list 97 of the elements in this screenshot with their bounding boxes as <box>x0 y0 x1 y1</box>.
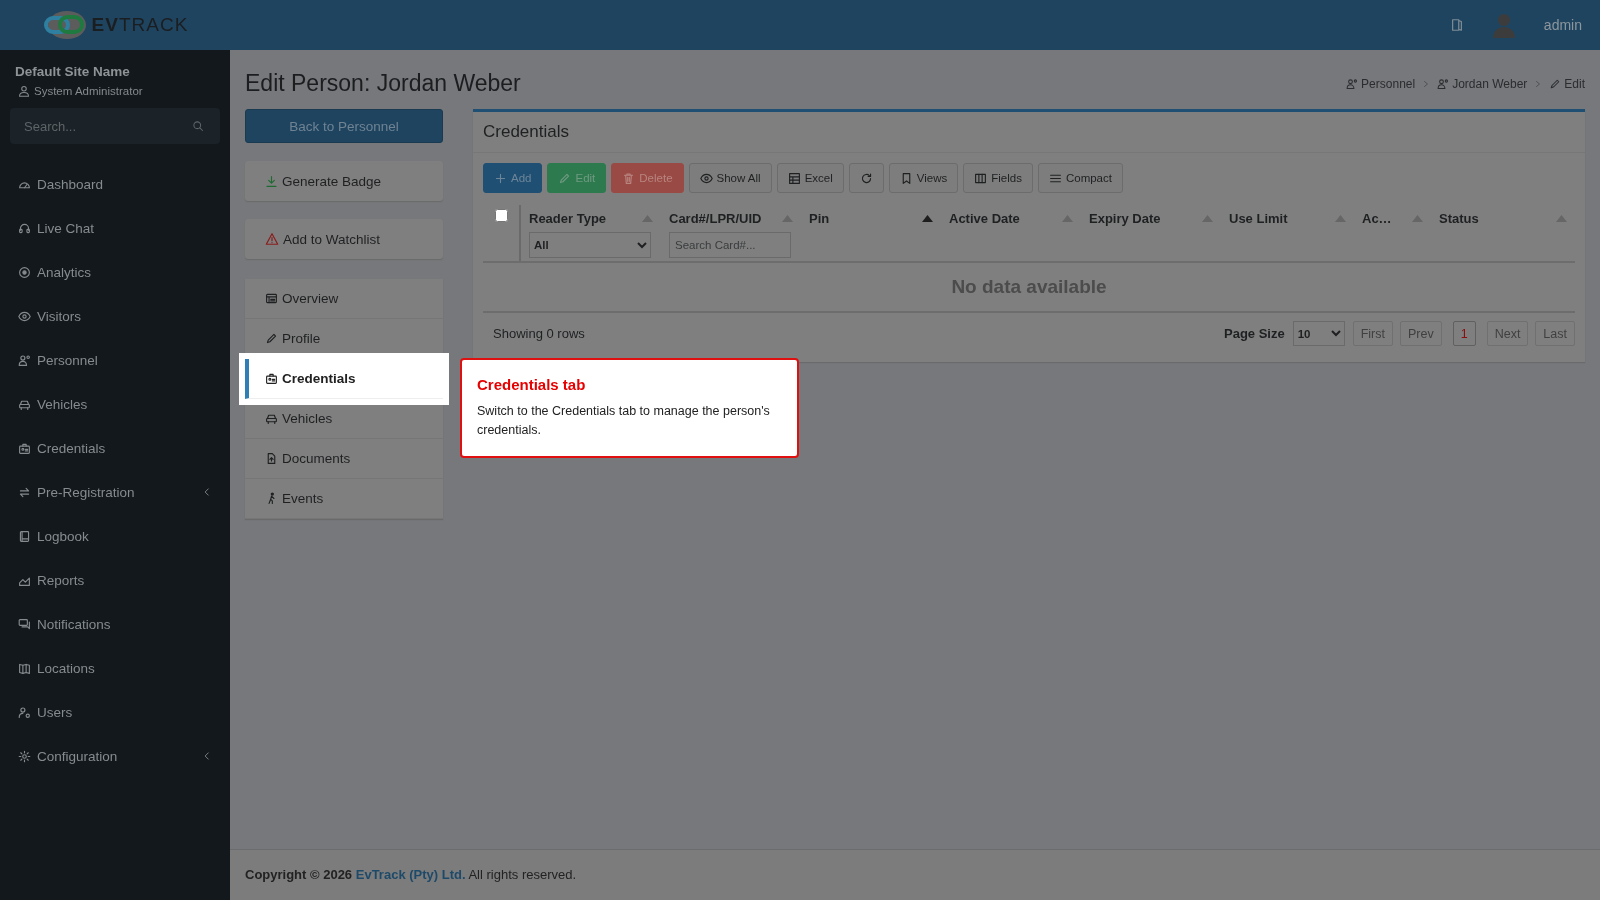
map-icon <box>18 661 31 675</box>
trash-icon <box>622 171 636 185</box>
column-header[interactable]: Status <box>1439 211 1479 226</box>
column-header[interactable]: Ac… <box>1362 211 1392 226</box>
car-icon <box>265 412 278 425</box>
person-icon <box>1346 77 1359 90</box>
sidebar-item[interactable]: Pre-Registration <box>0 470 230 514</box>
sidebar-item[interactable]: Credentials <box>0 426 230 470</box>
page-title: Edit Person: Jordan Weber <box>245 70 522 97</box>
column-header[interactable]: Card#/LPR/UID <box>669 211 762 226</box>
columns-icon <box>974 171 988 185</box>
plus-icon <box>494 171 507 185</box>
company-link[interactable]: EvTrack (Pty) Ltd. <box>355 867 466 882</box>
pager-button[interactable]: Prev <box>1400 321 1442 346</box>
chevron-left-icon <box>202 751 212 761</box>
tab[interactable]: Events <box>245 479 443 519</box>
chat-icon <box>18 617 31 631</box>
eye-icon <box>18 309 31 323</box>
sidebar-item[interactable]: Reports <box>0 558 230 602</box>
target-icon <box>18 265 31 279</box>
download-icon <box>265 174 278 188</box>
breadcrumb-link[interactable]: Edit <box>1564 76 1585 91</box>
row-count: Showing 0 rows <box>493 326 585 341</box>
swap-arrows-icon <box>18 485 31 499</box>
sidebar-item[interactable]: Live Chat <box>0 206 230 250</box>
page-size-label: Page Size <box>1224 326 1285 341</box>
generate-badge-button[interactable]: Generate Badge <box>245 161 443 201</box>
reader-type-select[interactable]: All <box>529 232 651 258</box>
pencil-icon <box>1549 77 1562 90</box>
tab[interactable]: Overview <box>245 279 443 319</box>
sidebar-item[interactable]: Logbook <box>0 514 230 558</box>
chevron-right-icon <box>1422 79 1431 88</box>
breadcrumb-link[interactable]: Personnel <box>1361 76 1416 91</box>
column-header[interactable]: Active Date <box>949 211 1020 226</box>
eye-icon <box>699 171 713 185</box>
sidebar-item[interactable]: Users <box>0 690 230 734</box>
person-icon <box>1437 77 1450 90</box>
copyright-text: Copyright © 2026 EvTrack (Pty) Ltd. All rights reserved. <box>244 866 578 884</box>
compact-button[interactable]: Compact <box>1037 163 1123 193</box>
sidebar-item[interactable]: Configuration <box>0 734 230 778</box>
tooltip-text: Switch to the Credentials tab to manage the person's credentials. <box>477 403 771 439</box>
site-name: Default Site Name <box>14 63 131 79</box>
id-card-icon <box>265 372 278 385</box>
refresh-icon <box>859 171 873 185</box>
column-header[interactable]: Expiry Date <box>1089 211 1161 226</box>
logo-wordmark: EVTRACK <box>91 14 189 36</box>
pencil-icon <box>558 171 572 185</box>
tab[interactable]: Vehicles <box>245 399 443 439</box>
pager-button[interactable]: First <box>1352 321 1393 346</box>
person-icon <box>18 353 31 367</box>
list-icon <box>265 292 278 305</box>
breadcrumb-link[interactable]: Jordan Weber <box>1452 76 1528 91</box>
user-icon <box>18 85 30 97</box>
user-name[interactable]: admin <box>1543 17 1582 33</box>
page-size-select[interactable]: 10 <box>1292 321 1345 346</box>
avatar-icon <box>1491 12 1516 38</box>
search-field[interactable]: Search Card#... <box>669 232 791 258</box>
sidebar-item[interactable]: Locations <box>0 646 230 690</box>
door-icon <box>1449 17 1464 33</box>
sidebar-item[interactable]: Analytics <box>0 250 230 294</box>
add-button[interactable]: Add <box>483 163 543 193</box>
card-title: Credentials <box>473 112 1585 153</box>
column-header[interactable]: Pin <box>809 211 830 226</box>
excel-button[interactable]: Excel <box>776 163 844 193</box>
book-icon <box>18 529 31 543</box>
document-icon <box>265 452 278 465</box>
tab[interactable]: Documents <box>245 439 443 479</box>
tooltip-title: Credentials tab <box>477 376 587 393</box>
chevron-left-icon <box>202 487 212 497</box>
pager-button[interactable]: Next <box>1486 321 1529 346</box>
sidebar-item[interactable]: Dashboard <box>0 162 230 206</box>
sidebar-item[interactable]: Visitors <box>0 294 230 338</box>
sidebar-item[interactable]: Personnel <box>0 338 230 382</box>
pager-button[interactable]: Last <box>1535 321 1575 346</box>
refresh-button[interactable] <box>848 163 884 193</box>
sidebar-item[interactable]: Notifications <box>0 602 230 646</box>
fields-button[interactable]: Fields <box>963 163 1033 193</box>
checkbox[interactable] <box>494 209 508 222</box>
views-button[interactable]: Views <box>888 163 959 193</box>
sidebar-item[interactable]: Vehicles <box>0 382 230 426</box>
pencil-icon <box>265 332 278 345</box>
walking-person-icon <box>265 492 278 505</box>
user-role: System Administrator <box>34 85 143 97</box>
show-button[interactable]: Show All <box>688 163 772 193</box>
id-card-icon <box>18 441 31 455</box>
column-header[interactable]: Reader Type <box>529 211 607 226</box>
watchlist-button[interactable]: Add to Watchlist <box>245 219 443 259</box>
pager-button[interactable]: 1 <box>1452 321 1476 346</box>
logo-icon <box>41 9 88 41</box>
search-icon <box>192 120 204 132</box>
column-header[interactable]: Use Limit <box>1229 211 1288 226</box>
table-icon <box>787 171 801 185</box>
chevron-right-icon <box>1534 79 1543 88</box>
warning-icon <box>265 232 279 246</box>
headset-icon <box>18 221 31 235</box>
back-button[interactable]: Back to Personnel <box>245 109 443 143</box>
search-field[interactable]: Search... <box>10 108 220 144</box>
